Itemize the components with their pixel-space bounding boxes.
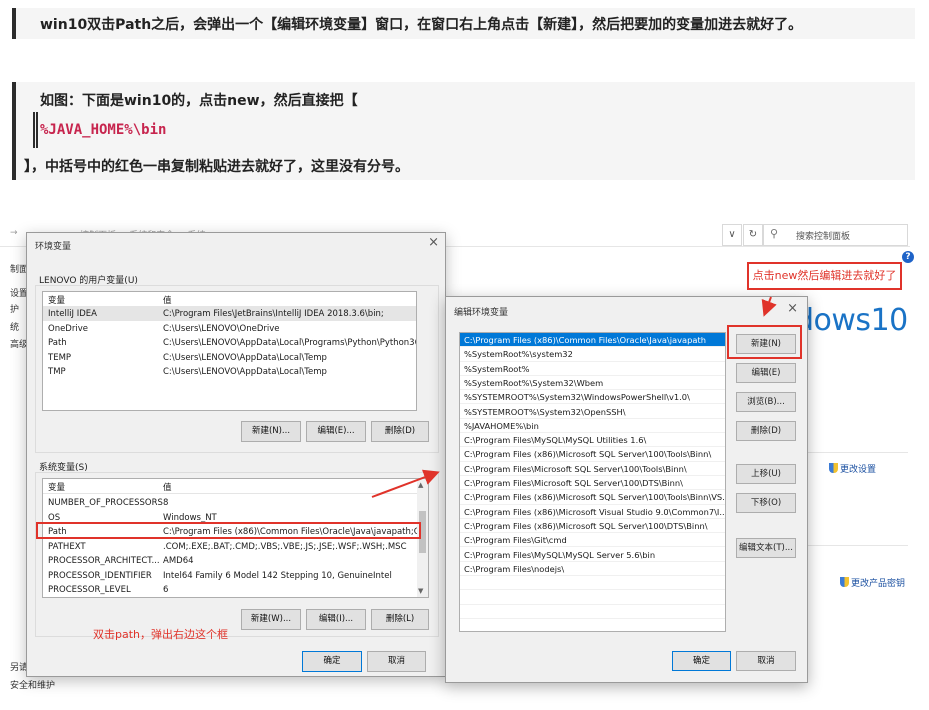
arrow-to-edit-dialog [371, 469, 440, 498]
arrow-to-new-button [761, 296, 777, 317]
annotation-arrows [371, 296, 777, 498]
